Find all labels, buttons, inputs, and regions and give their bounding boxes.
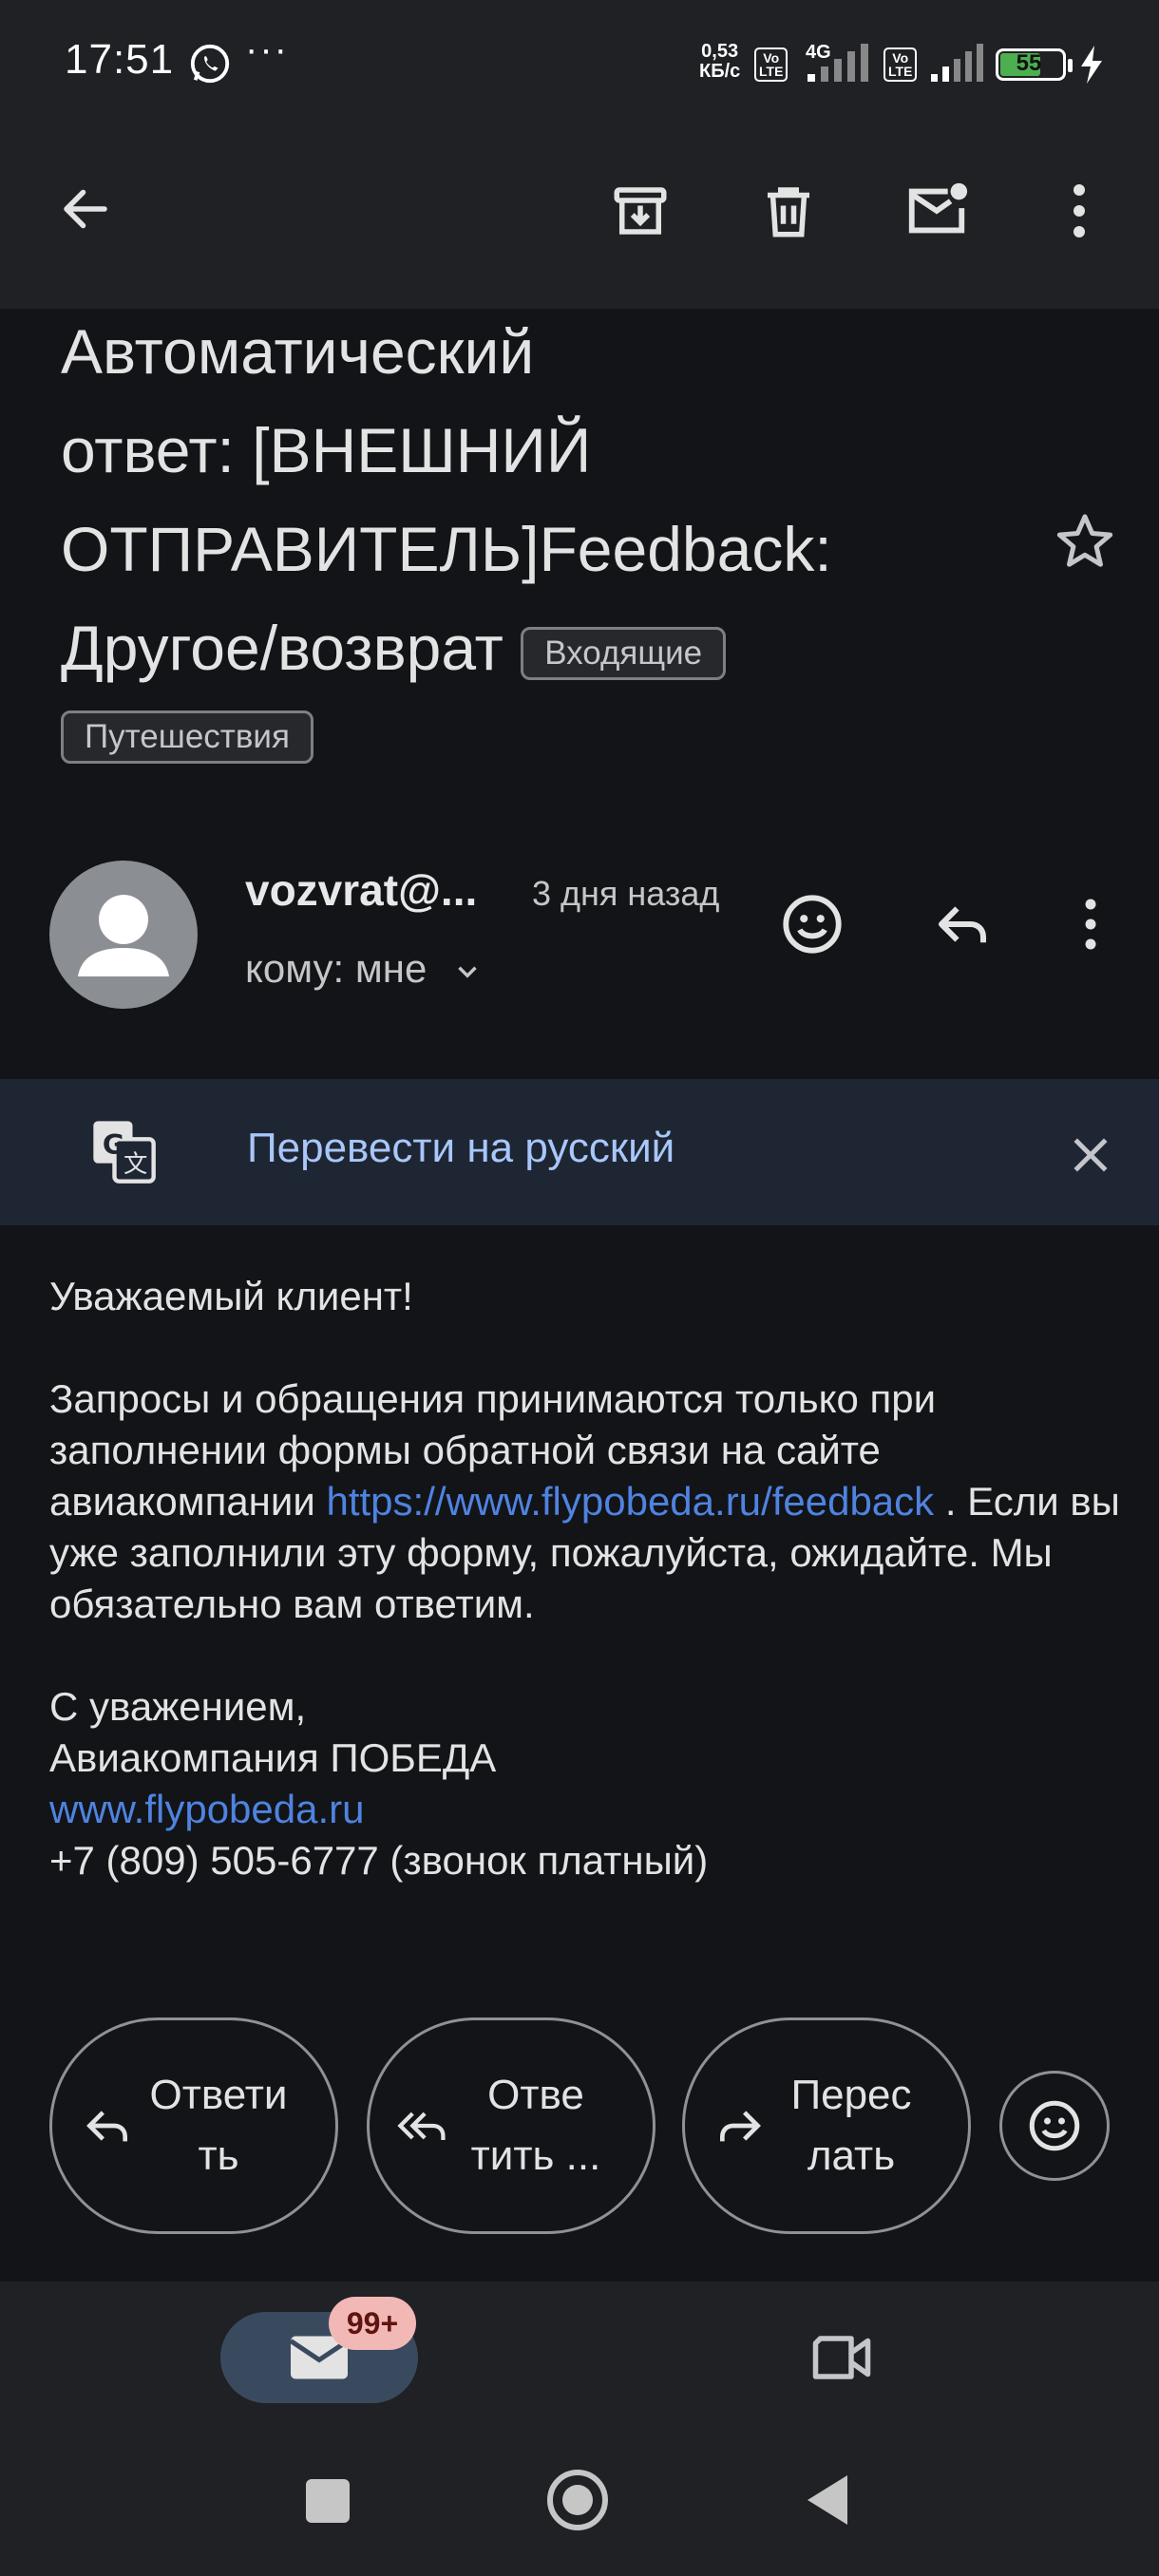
net-speed: 0,53 КБ/с [699,41,741,82]
unread-badge: 99+ [329,2297,416,2350]
more-options-button[interactable] [1041,171,1117,251]
status-time: 17:51 [65,36,175,83]
reply-icon [86,2111,127,2142]
delete-button[interactable] [749,171,828,251]
delete-icon [768,187,809,237]
whatsapp-icon [190,44,230,84]
reply-all-button[interactable]: Отве тить ... [367,2017,656,2234]
label-chip-travel[interactable]: Путешествия [61,710,314,764]
recents-button[interactable] [306,2479,350,2523]
bottom-navigation [0,2282,1159,2576]
more-vert-icon [1085,899,1096,950]
home-button[interactable] [547,2470,608,2530]
archive-button[interactable] [600,171,680,251]
back-nav-button[interactable] [804,2472,851,2529]
forward-button[interactable]: Перес лать [682,2017,971,2234]
email-subject: Автоматический ответ: [ВНЕШНИЙ ОТПРАВИТЕ… [61,302,916,697]
signal-icon-2 [931,44,983,82]
mark-unread-button[interactable] [897,171,977,251]
reply-label: Ответи ть [149,2072,288,2179]
home-dot [562,2485,593,2515]
reply-all-label: Отве тить ... [470,2072,601,2179]
mark-unread-icon [908,182,968,234]
recipient-toggle[interactable]: кому: мне [245,946,484,992]
recipient-label: кому: мне [245,946,428,991]
reply-button[interactable]: Ответи ть [49,2017,338,2234]
smiley-icon [1029,2100,1080,2151]
more-notifications-icon: ··· [245,28,289,70]
nav-meet-tab[interactable] [798,2318,885,2397]
forward-icon [720,2111,761,2142]
translate-link[interactable]: Перевести на русский [247,1125,674,1172]
volte-icon-2: Vo LTE [884,47,918,82]
message-more-button[interactable] [1072,883,1110,965]
site-link[interactable]: www.flypobeda.ru [49,1784,1123,1835]
email-date: 3 дня назад [532,874,720,913]
svg-text:文: 文 [124,1149,147,1178]
signature-company: Авиакомпания ПОБЕДА [49,1735,497,1780]
reply-all-icon [397,2112,446,2140]
smiley-icon [783,895,842,954]
signature-phone: +7 (809) 505-6777 (звонок платный) [49,1838,709,1883]
person-icon [78,895,169,976]
back-arrow-icon [64,189,107,229]
email-body: Уважаемый клиент! Запросы и обращения пр… [49,1271,1123,1886]
toolbar [0,123,1159,309]
signal-icon [808,44,868,82]
more-vert-icon [1074,184,1085,237]
volte-icon: Vo LTE [754,47,788,82]
greeting: Уважаемый клиент! [49,1274,413,1318]
feedback-link[interactable]: https://www.flypobeda.ru/feedback [326,1479,934,1524]
charging-icon [1081,46,1102,84]
svg-text:G: G [103,1129,124,1161]
react-emoji-button[interactable] [771,883,853,965]
emoji-reaction-button[interactable] [999,2071,1110,2181]
dismiss-translate-button[interactable] [1053,1117,1129,1193]
star-icon [1056,514,1113,567]
label-chip-inbox[interactable]: Входящие [521,626,727,680]
subject-line: Другое/возврат [61,613,504,683]
battery-percent: 55 [1016,50,1042,76]
avatar[interactable] [49,861,198,1009]
chevron-down-icon [458,966,477,978]
forward-label: Перес лать [790,2072,912,2179]
subject-line: ОТПРАВИТЕЛЬ]Feedback: [61,514,832,584]
video-camera-icon [812,2336,871,2379]
battery-tip [1068,59,1073,72]
translate-icon: G 文 [93,1121,156,1184]
body-paragraph: Запросы и обращения принимаются только п… [49,1376,1120,1626]
signature-regards: С уважением, [49,1684,307,1729]
subject-line: ответ: [ВНЕШНИЙ [61,415,592,485]
close-icon [1074,1138,1108,1172]
sender-name[interactable]: vozvrat@... [245,864,477,916]
reply-icon [938,906,987,943]
reply-icon-button[interactable] [922,883,1003,965]
archive-icon [614,187,667,235]
subject-line: Автоматический [61,316,535,387]
star-button[interactable] [1045,502,1125,581]
back-button[interactable] [48,171,124,247]
